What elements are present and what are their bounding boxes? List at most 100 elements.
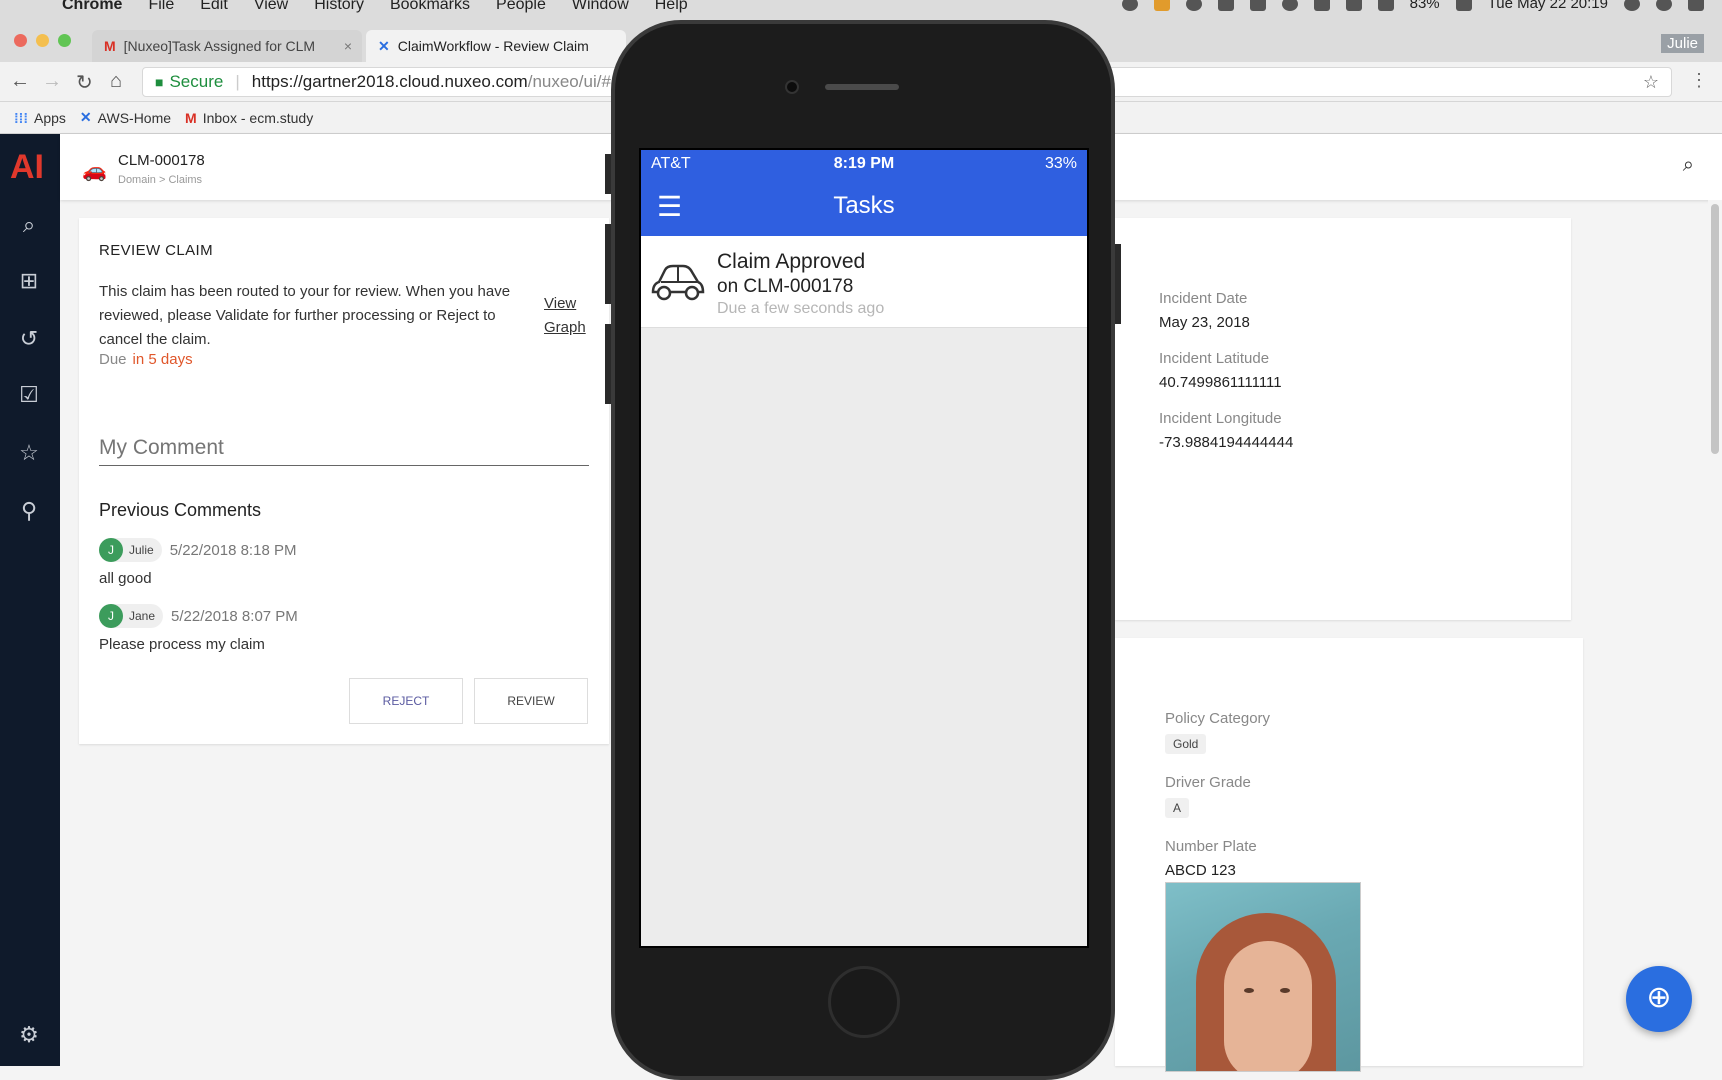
reject-button[interactable]: REJECT: [349, 678, 463, 724]
due-line: Duein 5 days: [99, 351, 193, 368]
battery-percent[interactable]: 83%: [1410, 0, 1440, 12]
back-arrow-icon[interactable]: ←: [10, 70, 30, 93]
menu-people[interactable]: People: [496, 0, 546, 14]
lock-icon: ■: [155, 74, 163, 90]
search-icon[interactable]: ⌕: [16, 212, 42, 238]
review-button[interactable]: REVIEW: [474, 678, 588, 724]
menu-history[interactable]: History: [314, 0, 364, 14]
bookmark-star-icon[interactable]: ☆: [1643, 72, 1659, 93]
mobile-page-title: Tasks: [641, 192, 1087, 220]
bookmark-aws-home[interactable]: ✕ AWS-Home: [80, 109, 171, 126]
apps-grid-icon: ⁞⁞⁞: [14, 110, 28, 126]
task-list-item[interactable]: Claim Approved on CLM-000178 Due a few s…: [641, 236, 1087, 328]
comment-meta: J Jane 5/22/2018 8:07 PM: [99, 604, 298, 628]
notification-center-icon[interactable]: [1688, 0, 1704, 11]
airplay-icon[interactable]: [1250, 0, 1266, 11]
incident-latitude-value: 40.7499861111111: [1159, 374, 1282, 391]
record-icon[interactable]: [1122, 0, 1138, 11]
home-icon[interactable]: ⌂: [110, 70, 122, 93]
chrome-menu-icon[interactable]: ⋮: [1690, 70, 1708, 91]
history-icon[interactable]: ↺: [16, 326, 42, 352]
breadcrumb[interactable]: Domain > Claims: [118, 174, 202, 186]
tab-claim-workflow[interactable]: ✕ ClaimWorkflow - Review Claim: [366, 30, 626, 62]
onepassword-icon[interactable]: [1186, 0, 1202, 11]
avatar: J: [99, 538, 123, 562]
driver-grade-label: Driver Grade: [1165, 774, 1251, 791]
forward-arrow-icon[interactable]: →: [42, 70, 62, 93]
policy-category-label: Policy Category: [1165, 710, 1270, 727]
menu-bookmarks[interactable]: Bookmarks: [390, 0, 470, 14]
comment-text: all good: [99, 570, 152, 587]
browse-tree-icon[interactable]: ⊞: [16, 268, 42, 294]
close-window-button[interactable]: [14, 34, 27, 47]
iphone-mockup: AT&T 8:19 PM 33% ☰ Tasks Claim Approved …: [611, 20, 1115, 1080]
incident-panel: Incident Date May 23, 2018 Incident Lati…: [1115, 218, 1571, 620]
favorites-star-icon[interactable]: ☆: [16, 440, 42, 466]
bookmark-inbox[interactable]: M Inbox - ecm.study: [185, 110, 313, 126]
policy-panel: Policy Category Gold Driver Grade A Numb…: [1115, 638, 1583, 1066]
maximize-window-button[interactable]: [58, 34, 71, 47]
nuxeo-icon: ✕: [80, 109, 92, 126]
menu-clock[interactable]: Tue May 22 20:19: [1488, 0, 1608, 12]
menu-app-name[interactable]: Chrome: [62, 0, 122, 14]
search-icon[interactable]: ⌕: [1683, 154, 1694, 177]
comment-date: 5/22/2018 8:07 PM: [171, 608, 298, 625]
user-icon[interactable]: ⚲: [16, 498, 42, 524]
author-chip: J Jane: [99, 604, 163, 628]
front-camera-icon: [785, 80, 799, 94]
notes-icon[interactable]: [1154, 0, 1170, 11]
policy-category-badge: Gold: [1165, 734, 1206, 754]
review-claim-panel: REVIEW CLAIM This claim has been routed …: [79, 218, 609, 744]
add-fab-button[interactable]: ⊕: [1626, 966, 1692, 1032]
phone-battery: 33%: [1045, 155, 1077, 173]
battery-icon[interactable]: [1456, 0, 1472, 11]
url-host: https://gartner2018.cloud.nuxeo.com: [252, 72, 528, 92]
home-button[interactable]: [828, 966, 900, 1038]
task-title: Claim Approved: [717, 250, 865, 274]
scrollbar-thumb[interactable]: [1711, 204, 1719, 454]
comment-date: 5/22/2018 8:18 PM: [170, 542, 297, 559]
user-settings-icon[interactable]: ⚙: [16, 1022, 42, 1048]
task-subtitle: on CLM-000178: [717, 276, 853, 298]
menu-view[interactable]: View: [254, 0, 288, 14]
menu-file[interactable]: File: [148, 0, 174, 14]
close-tab-icon[interactable]: ×: [344, 38, 352, 54]
avatar: J: [99, 604, 123, 628]
task-due: Due a few seconds ago: [717, 300, 884, 318]
bookmark-apps[interactable]: ⁞⁞⁞ Apps: [14, 110, 66, 126]
app-logo[interactable]: AI: [10, 148, 44, 187]
url-path: /nuxeo/ui/#: [528, 72, 611, 92]
task-description: This claim has been routed to your for r…: [99, 280, 519, 352]
comment-input[interactable]: [99, 430, 589, 466]
view-graph-link[interactable]: View Graph: [544, 292, 604, 340]
apple-menu-icon[interactable]: [22, 0, 38, 14]
gmail-icon: M: [104, 38, 116, 54]
minimize-window-button[interactable]: [36, 34, 49, 47]
due-value: in 5 days: [133, 351, 193, 368]
time-machine-icon[interactable]: [1282, 0, 1298, 11]
mobile-app-header: ☰ Tasks: [641, 178, 1087, 236]
tab-gmail-task[interactable]: M [Nuxeo]Task Assigned for CLM ×: [92, 30, 362, 62]
driver-grade-badge: A: [1165, 798, 1189, 818]
reload-icon[interactable]: ↻: [76, 70, 93, 95]
dropbox-icon[interactable]: [1314, 0, 1330, 11]
macos-menu-bar: Chrome File Edit View History Bookmarks …: [0, 0, 1722, 14]
number-plate-value: ABCD 123: [1165, 862, 1236, 879]
profile-button[interactable]: Julie: [1661, 34, 1704, 53]
spotlight-icon[interactable]: [1624, 0, 1640, 11]
wifi-icon[interactable]: [1378, 0, 1394, 11]
page-scrollbar[interactable]: [1708, 200, 1722, 1066]
author-chip: J Julie: [99, 538, 162, 562]
menu-help[interactable]: Help: [655, 0, 688, 14]
author-name: Julie: [129, 543, 154, 557]
bluetooth-icon[interactable]: [1346, 0, 1362, 11]
menu-window[interactable]: Window: [572, 0, 629, 14]
menu-edit[interactable]: Edit: [200, 0, 228, 14]
previous-comments-heading: Previous Comments: [99, 500, 261, 521]
tasks-icon[interactable]: ☑: [16, 382, 42, 408]
nuxeo-icon: ✕: [378, 38, 390, 55]
siri-icon[interactable]: [1656, 0, 1672, 11]
driver-license-photo[interactable]: [1165, 882, 1361, 1072]
window-controls: [14, 34, 71, 47]
scissors-icon[interactable]: [1218, 0, 1234, 11]
